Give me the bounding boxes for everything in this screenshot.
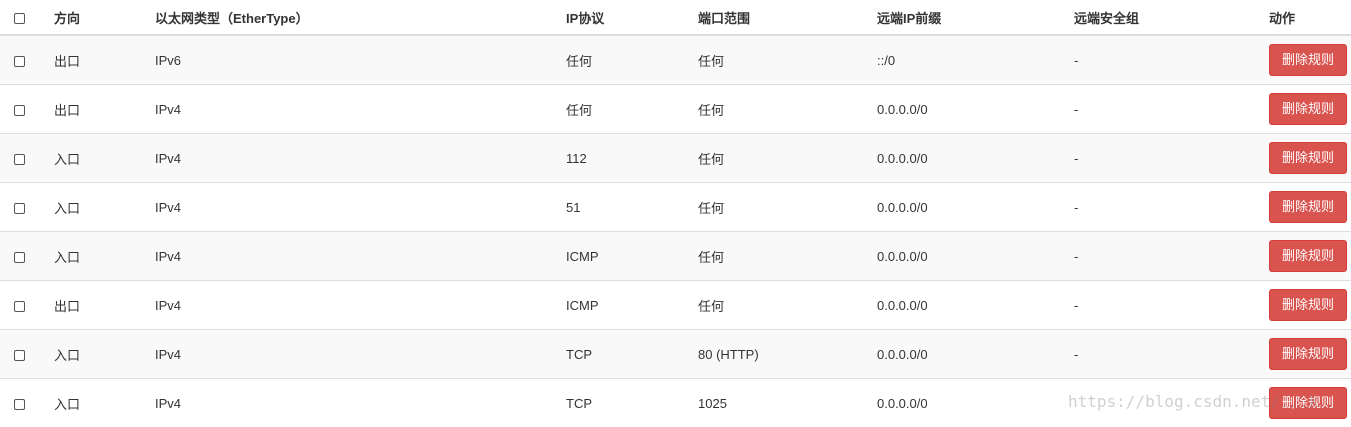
cell-remote-security-group: -	[1074, 85, 1269, 134]
cell-port-range: 任何	[698, 85, 877, 134]
cell-port-range: 任何	[698, 232, 877, 281]
cell-remote-ip-prefix: 0.0.0.0/0	[877, 85, 1074, 134]
cell-actions: 删除规则	[1269, 281, 1351, 330]
cell-remote-security-group: -	[1074, 183, 1269, 232]
cell-remote-ip-prefix: 0.0.0.0/0	[877, 379, 1074, 427]
cell-actions: 删除规则	[1269, 330, 1351, 379]
table-row: 入口 IPv4 112 任何 0.0.0.0/0 - 删除规则	[0, 134, 1351, 183]
cell-ethertype: IPv4	[155, 330, 566, 379]
header-direction[interactable]: 方向	[54, 0, 155, 35]
delete-rule-button[interactable]: 删除规则	[1269, 191, 1347, 223]
row-checkbox[interactable]	[14, 252, 25, 263]
delete-rule-button[interactable]: 删除规则	[1269, 93, 1347, 125]
cell-remote-security-group: -	[1074, 134, 1269, 183]
select-all-checkbox[interactable]	[14, 13, 25, 24]
cell-ip-protocol: 任何	[566, 35, 698, 85]
cell-remote-ip-prefix: 0.0.0.0/0	[877, 134, 1074, 183]
cell-remote-ip-prefix: ::/0	[877, 35, 1074, 85]
header-actions: 动作	[1269, 0, 1351, 35]
row-select-cell	[0, 183, 54, 232]
table-row: 入口 IPv4 TCP 1025 0.0.0.0/0 删除规则	[0, 379, 1351, 427]
header-port-range[interactable]: 端口范围	[698, 0, 877, 35]
cell-port-range: 任何	[698, 35, 877, 85]
cell-ip-protocol: TCP	[566, 379, 698, 427]
cell-actions: 删除规则	[1269, 85, 1351, 134]
header-remote-ip-prefix[interactable]: 远端IP前缀	[877, 0, 1074, 35]
cell-direction: 出口	[54, 85, 155, 134]
cell-ethertype: IPv4	[155, 85, 566, 134]
cell-ethertype: IPv4	[155, 183, 566, 232]
cell-port-range: 80 (HTTP)	[698, 330, 877, 379]
row-checkbox[interactable]	[14, 154, 25, 165]
cell-direction: 入口	[54, 330, 155, 379]
cell-ip-protocol: TCP	[566, 330, 698, 379]
cell-direction: 入口	[54, 134, 155, 183]
cell-port-range: 1025	[698, 379, 877, 427]
table-row: 入口 IPv4 TCP 80 (HTTP) 0.0.0.0/0 - 删除规则	[0, 330, 1351, 379]
row-select-cell	[0, 379, 54, 427]
row-select-cell	[0, 281, 54, 330]
cell-port-range: 任何	[698, 134, 877, 183]
cell-remote-security-group: -	[1074, 281, 1269, 330]
cell-remote-ip-prefix: 0.0.0.0/0	[877, 183, 1074, 232]
header-ip-protocol[interactable]: IP协议	[566, 0, 698, 35]
table-header-row: 方向 以太网类型（EtherType） IP协议 端口范围 远端IP前缀 远端安…	[0, 0, 1351, 35]
delete-rule-button[interactable]: 删除规则	[1269, 142, 1347, 174]
table-row: 出口 IPv4 任何 任何 0.0.0.0/0 - 删除规则	[0, 85, 1351, 134]
cell-remote-security-group: -	[1074, 35, 1269, 85]
table-row: 入口 IPv4 ICMP 任何 0.0.0.0/0 - 删除规则	[0, 232, 1351, 281]
row-select-cell	[0, 330, 54, 379]
delete-rule-button[interactable]: 删除规则	[1269, 338, 1347, 370]
cell-ip-protocol: 任何	[566, 85, 698, 134]
row-select-cell	[0, 85, 54, 134]
cell-direction: 入口	[54, 183, 155, 232]
delete-rule-button[interactable]: 删除规则	[1269, 289, 1347, 321]
select-all-cell	[0, 0, 54, 35]
cell-ip-protocol: 112	[566, 134, 698, 183]
delete-rule-button[interactable]: 删除规则	[1269, 240, 1347, 272]
cell-direction: 入口	[54, 232, 155, 281]
cell-ethertype: IPv4	[155, 379, 566, 427]
cell-actions: 删除规则	[1269, 35, 1351, 85]
cell-remote-ip-prefix: 0.0.0.0/0	[877, 281, 1074, 330]
cell-ethertype: IPv4	[155, 281, 566, 330]
header-ethertype[interactable]: 以太网类型（EtherType）	[155, 0, 566, 35]
cell-direction: 出口	[54, 35, 155, 85]
security-group-rules-table: 方向 以太网类型（EtherType） IP协议 端口范围 远端IP前缀 远端安…	[0, 0, 1351, 427]
row-checkbox[interactable]	[14, 105, 25, 116]
cell-ip-protocol: 51	[566, 183, 698, 232]
cell-remote-ip-prefix: 0.0.0.0/0	[877, 330, 1074, 379]
cell-remote-ip-prefix: 0.0.0.0/0	[877, 232, 1074, 281]
cell-actions: 删除规则	[1269, 232, 1351, 281]
table-row: 出口 IPv6 任何 任何 ::/0 - 删除规则	[0, 35, 1351, 85]
row-checkbox[interactable]	[14, 399, 25, 410]
row-checkbox[interactable]	[14, 203, 25, 214]
cell-remote-security-group: -	[1074, 330, 1269, 379]
delete-rule-button[interactable]: 删除规则	[1269, 387, 1347, 419]
cell-ethertype: IPv6	[155, 35, 566, 85]
cell-direction: 入口	[54, 379, 155, 427]
cell-ip-protocol: ICMP	[566, 281, 698, 330]
cell-port-range: 任何	[698, 183, 877, 232]
cell-remote-security-group: -	[1074, 232, 1269, 281]
cell-remote-security-group	[1074, 379, 1269, 427]
cell-actions: 删除规则	[1269, 379, 1351, 427]
row-select-cell	[0, 134, 54, 183]
cell-direction: 出口	[54, 281, 155, 330]
cell-port-range: 任何	[698, 281, 877, 330]
table-row: 出口 IPv4 ICMP 任何 0.0.0.0/0 - 删除规则	[0, 281, 1351, 330]
cell-ip-protocol: ICMP	[566, 232, 698, 281]
row-select-cell	[0, 35, 54, 85]
row-checkbox[interactable]	[14, 301, 25, 312]
cell-ethertype: IPv4	[155, 134, 566, 183]
row-checkbox[interactable]	[14, 350, 25, 361]
row-select-cell	[0, 232, 54, 281]
cell-actions: 删除规则	[1269, 183, 1351, 232]
header-remote-security-group[interactable]: 远端安全组	[1074, 0, 1269, 35]
delete-rule-button[interactable]: 删除规则	[1269, 44, 1347, 76]
table-row: 入口 IPv4 51 任何 0.0.0.0/0 - 删除规则	[0, 183, 1351, 232]
row-checkbox[interactable]	[14, 56, 25, 67]
cell-ethertype: IPv4	[155, 232, 566, 281]
cell-actions: 删除规则	[1269, 134, 1351, 183]
